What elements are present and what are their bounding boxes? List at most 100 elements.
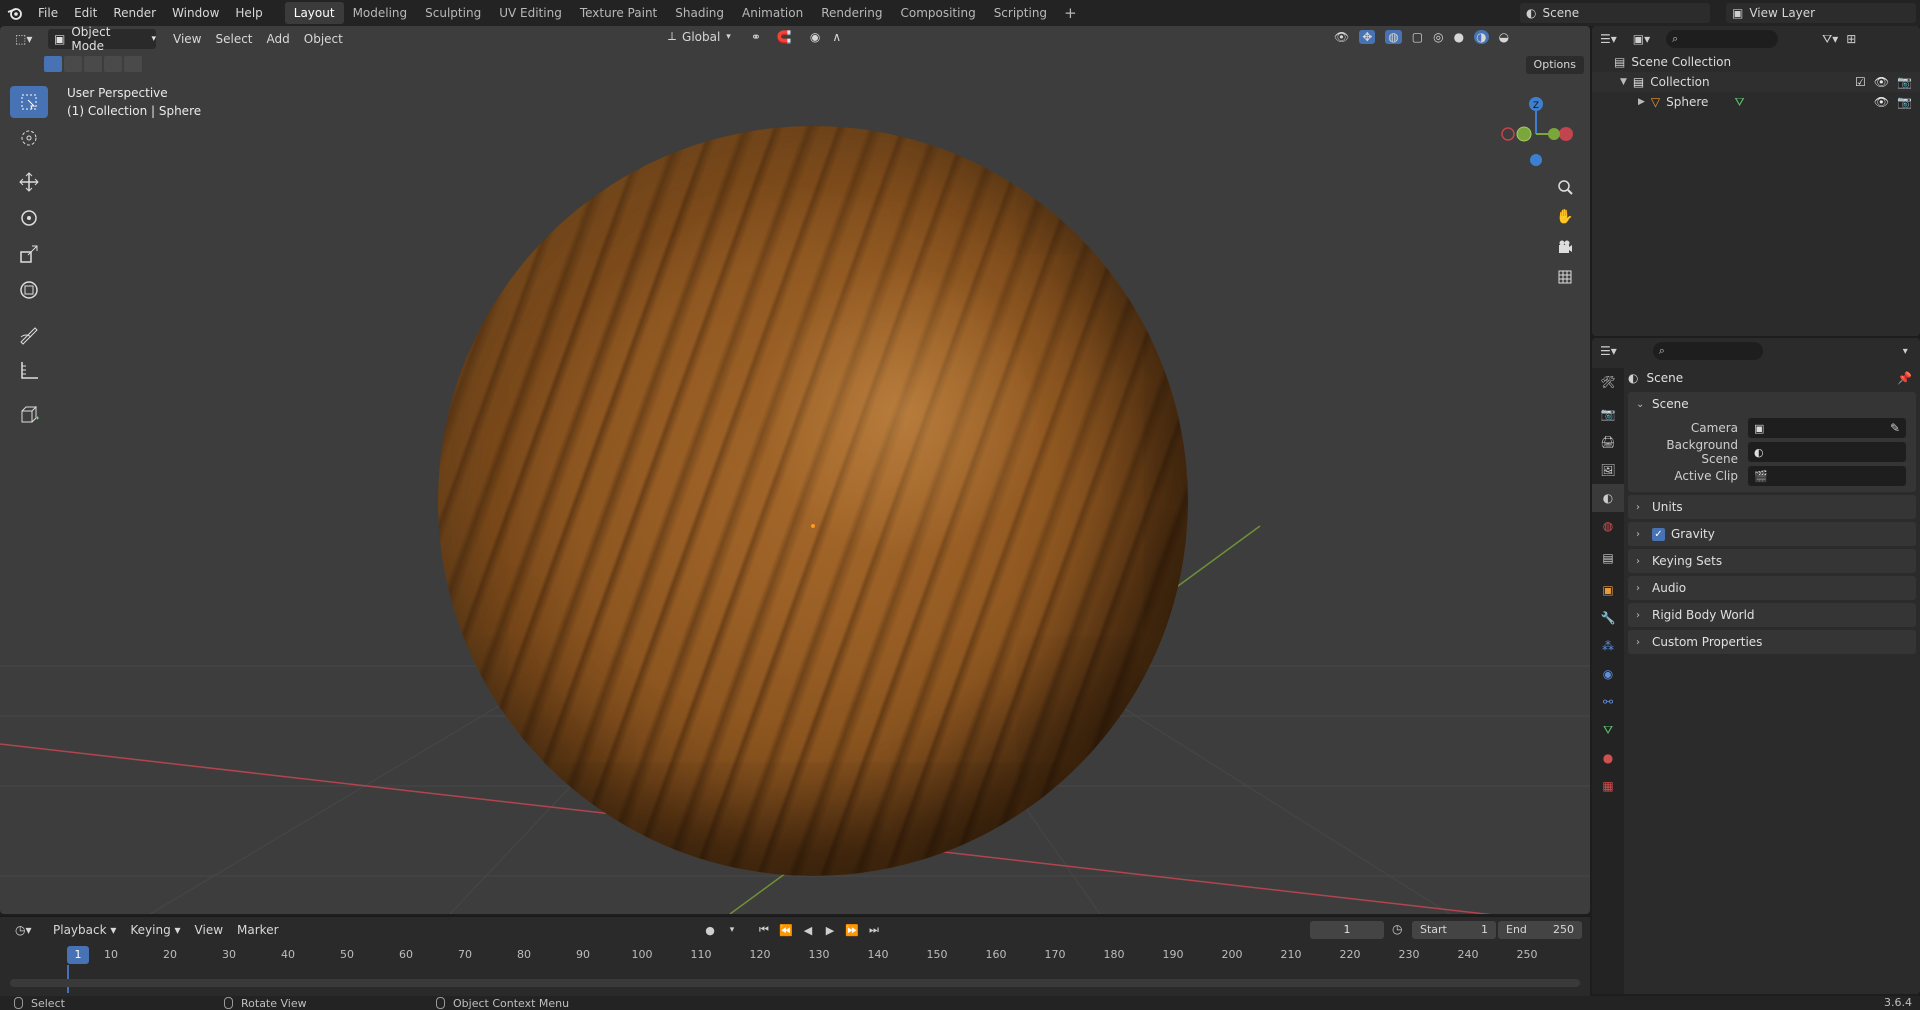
gravity-panel[interactable]: › ✓ Gravity [1628,522,1916,546]
current-frame-field[interactable]: 1 [1310,921,1384,939]
background-scene-field[interactable]: ◐ [1748,442,1906,462]
snap-icon[interactable]: 🧲 [777,30,792,44]
material-tab-icon[interactable]: ● [1592,744,1624,772]
collection-tab-icon[interactable]: ▤ [1592,544,1624,572]
scene-tab-icon[interactable]: ◐ [1592,484,1624,512]
rotate-icon[interactable] [10,202,48,234]
menu-marker[interactable]: Marker [230,920,285,940]
tree-row-collection[interactable]: ▼ ▤ Collection ☑ 👁 📷 [1592,72,1920,92]
view-layer-selector[interactable]: ▣ View Layer [1726,3,1916,23]
editor-type-icon[interactable]: ⬚▾ [8,29,39,49]
proportional-edit-icon[interactable]: ◉ [810,30,820,44]
jump-start-icon[interactable]: ⏮ [756,922,772,938]
menu-file[interactable]: File [30,0,66,26]
falloff-icon[interactable]: ∧ [832,30,841,44]
pan-hand-icon[interactable]: ✋ [1552,204,1578,230]
wood-sphere-object[interactable] [438,126,1188,876]
preview-range-icon[interactable]: ◷ [1392,922,1402,936]
tab-compositing[interactable]: Compositing [891,2,984,24]
eye-icon[interactable]: 👁 [1874,75,1889,89]
select-box-icon[interactable] [10,86,48,118]
3d-viewport[interactable]: ⬚▾ ▣ Object Mode ▾ View Select Add Objec… [0,26,1590,914]
next-keyframe-icon[interactable]: ⏩ [844,922,860,938]
playhead-frame-badge[interactable]: 1 [67,946,89,964]
tree-row-scene-collection[interactable]: ▤ Scene Collection [1592,52,1920,72]
audio-panel[interactable]: › Audio [1628,576,1916,600]
rendered-shading-icon[interactable]: ◒ [1499,30,1509,44]
camera-icon[interactable]: 📷 [1897,75,1912,89]
ortho-grid-icon[interactable] [1552,264,1578,290]
exclude-checkbox[interactable]: ☑ [1855,75,1866,89]
select-new-icon[interactable] [44,56,62,72]
units-panel[interactable]: › Units [1628,495,1916,519]
chevron-down-icon[interactable]: ▾ [724,922,740,938]
menu-playback[interactable]: Playback ▾ [46,920,123,940]
expand-arrow-icon[interactable]: ▼ [1620,77,1627,87]
neg-x-axis-handle[interactable] [1501,127,1515,141]
timeline-editor[interactable]: ◷▾ Playback ▾ Keying ▾ View Marker ● ▾ ⏮… [0,916,1590,996]
tab-shading[interactable]: Shading [666,2,733,24]
properties-editor-type-icon[interactable]: ☰▾ [1600,344,1617,358]
tab-layout[interactable]: Layout [284,2,344,24]
camera-icon[interactable]: 📷 [1897,95,1912,109]
annotate-icon[interactable] [10,318,48,350]
play-icon[interactable]: ▶ [822,922,838,938]
play-reverse-icon[interactable]: ◀ [800,922,816,938]
frame-ruler[interactable]: 10 20 30 40 50 60 70 80 90 100 110 120 1… [10,945,1580,967]
tab-rendering[interactable]: Rendering [812,2,891,24]
measure-icon[interactable] [10,354,48,386]
tab-modeling[interactable]: Modeling [344,2,417,24]
y-axis-handle[interactable] [1548,128,1560,140]
new-collection-icon[interactable]: ⊞ [1846,32,1856,46]
filter-icon[interactable]: ⛛▾ [1822,32,1838,47]
world-tab-icon[interactable]: ◍ [1592,512,1624,540]
particles-tab-icon[interactable]: ⁂ [1592,632,1624,660]
pin-icon[interactable]: 📌 [1897,371,1912,385]
active-clip-field[interactable]: 🎬 [1748,466,1906,486]
expand-arrow-icon[interactable]: ▶ [1638,97,1645,107]
tab-texture-paint[interactable]: Texture Paint [571,2,666,24]
menu-add[interactable]: Add [260,29,297,49]
select-invert-icon[interactable] [104,56,122,72]
eyedropper-icon[interactable]: ✎ [1890,421,1900,435]
x-axis-handle[interactable] [1559,127,1573,141]
transform-icon[interactable] [10,274,48,306]
end-frame-field[interactable]: End 250 [1498,921,1582,939]
eye-icon[interactable]: 👁 [1874,95,1889,109]
menu-timeline-view[interactable]: View [188,920,230,940]
tab-animation[interactable]: Animation [733,2,812,24]
tab-scripting[interactable]: Scripting [985,2,1056,24]
start-frame-field[interactable]: Start 1 [1412,921,1496,939]
keying-sets-panel[interactable]: › Keying Sets [1628,549,1916,573]
blender-logo-icon[interactable] [0,0,30,26]
outliner-editor-type-icon[interactable]: ☰▾ [1600,32,1617,46]
view-layer-tab-icon[interactable]: 🖼 [1592,456,1624,484]
render-tab-icon[interactable]: 📷 [1592,400,1624,428]
properties-search-input[interactable]: ⌕ [1652,342,1763,360]
scene-selector[interactable]: ◐ Scene [1520,3,1710,23]
options-dropdown[interactable]: Options [1525,56,1584,74]
constraints-tab-icon[interactable]: ⚯ [1592,688,1624,716]
add-workspace-button[interactable]: + [1056,4,1085,22]
camera-field[interactable]: ▣ ✎ [1748,418,1906,438]
gravity-checkbox[interactable]: ✓ [1652,527,1665,541]
physics-tab-icon[interactable]: ◉ [1592,660,1624,688]
menu-window[interactable]: Window [164,0,227,26]
menu-keying[interactable]: Keying ▾ [123,920,187,940]
chevron-down-icon[interactable]: ▾ [1903,346,1908,357]
tree-row-sphere[interactable]: ▶ ▽ Sphere ⛛ 👁 📷 [1592,92,1920,112]
timeline-editor-type-icon[interactable]: ◷▾ [8,920,39,940]
modifier-tab-icon[interactable]: 🔧 [1592,604,1624,632]
wireframe-shading-icon[interactable]: ◎ [1433,30,1443,44]
menu-view[interactable]: View [166,29,208,49]
transform-orientation[interactable]: ⟂ Global ▾ ⚭ 🧲 ◉ ∧ [668,29,841,44]
navigation-gizmo[interactable]: Z [1496,86,1576,176]
menu-render[interactable]: Render [105,0,164,26]
gizmo-toggle-icon[interactable]: ✥ [1359,30,1376,44]
object-mode-dropdown[interactable]: ▣ Object Mode ▾ [48,26,156,53]
display-mode-icon[interactable]: ▣▾ [1633,32,1650,46]
jump-end-icon[interactable]: ⏭ [866,922,882,938]
pivot-icon[interactable]: ⚭ [751,30,761,44]
tab-sculpting[interactable]: Sculpting [416,2,490,24]
texture-tab-icon[interactable]: ▦ [1592,772,1624,800]
